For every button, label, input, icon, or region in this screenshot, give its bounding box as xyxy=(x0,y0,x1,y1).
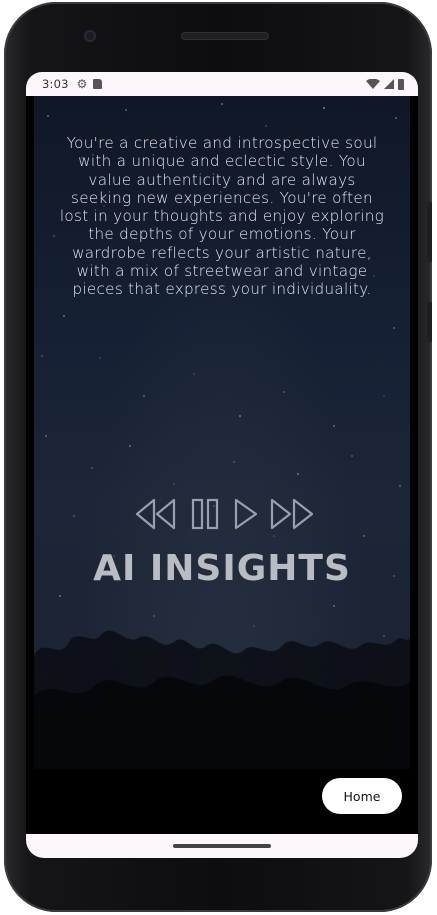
page-title: AI INSIGHTS xyxy=(93,548,351,589)
gear-icon: ⚙ xyxy=(76,77,88,91)
play-icon[interactable] xyxy=(232,496,260,532)
power-button xyxy=(427,302,432,342)
rewind-icon[interactable] xyxy=(134,496,178,532)
wifi-icon xyxy=(366,79,380,89)
battery-icon xyxy=(398,78,404,90)
insight-text: You're a creative and introspective soul… xyxy=(59,134,385,299)
phone-frame: 3:03 ⚙ You're a creative and introspecti… xyxy=(4,2,432,912)
treeline-silhouette xyxy=(34,630,410,769)
front-camera xyxy=(84,30,96,42)
home-button[interactable]: Home xyxy=(322,778,402,814)
status-time: 3:03 xyxy=(42,77,69,91)
sd-card-icon xyxy=(93,79,103,89)
cell-signal-icon xyxy=(384,79,394,89)
screen: 3:03 ⚙ You're a creative and introspecti… xyxy=(26,72,418,858)
insight-panel: You're a creative and introspective soul… xyxy=(34,96,410,769)
fast-forward-icon[interactable] xyxy=(268,496,318,532)
volume-button xyxy=(427,202,432,262)
gesture-handle[interactable] xyxy=(173,844,271,848)
media-controls xyxy=(134,496,324,536)
status-bar: 3:03 ⚙ xyxy=(26,72,418,96)
navigation-bar xyxy=(26,834,418,858)
pause-icon[interactable] xyxy=(190,496,220,532)
earpiece-speaker xyxy=(181,32,269,40)
